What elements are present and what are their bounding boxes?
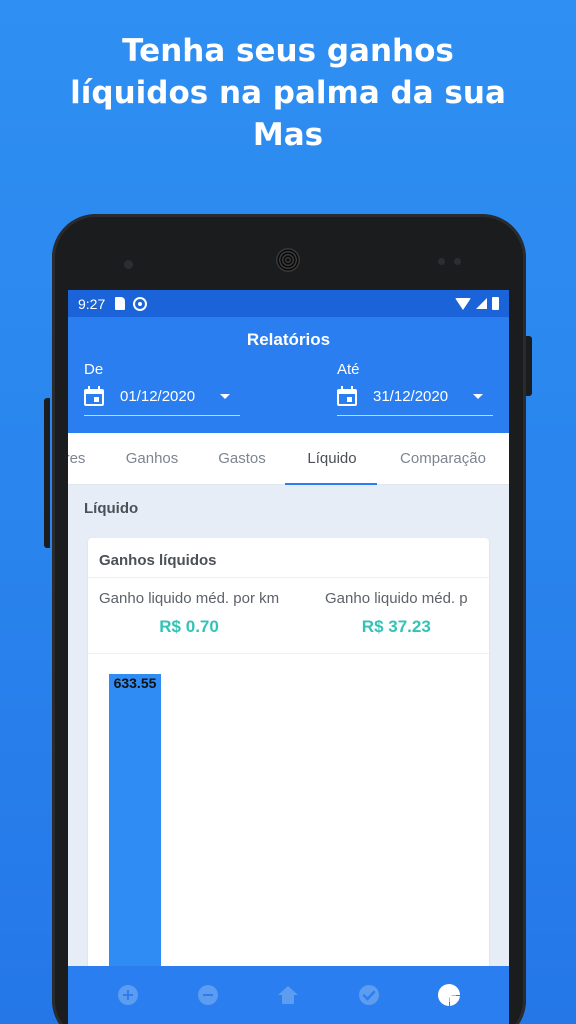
earpiece-speaker xyxy=(276,248,300,272)
nav-add-expense[interactable] xyxy=(196,983,220,1007)
proximity-sensor xyxy=(438,258,445,265)
signal-icon xyxy=(476,298,487,309)
home-icon xyxy=(278,986,299,1004)
date-from-picker[interactable]: 01/12/2020 xyxy=(84,386,240,416)
bottom-navigation xyxy=(68,966,509,1024)
metric-per-km-value: R$ 0.70 xyxy=(159,617,219,636)
nav-home[interactable] xyxy=(276,983,300,1007)
wifi-icon xyxy=(455,297,471,310)
page-title: Relatórios xyxy=(246,330,331,349)
date-from-label: De xyxy=(84,361,104,378)
net-earnings-card: Ganhos líquidos Ganho liquido méd. por k… xyxy=(88,538,489,1024)
sync-icon xyxy=(133,296,148,311)
calendar-icon xyxy=(337,386,357,406)
remove-circle-icon xyxy=(198,985,219,1005)
metric-per-day: Ganho liquido méd. p R$ 37.23 xyxy=(325,590,468,637)
section-title: Líquido xyxy=(84,500,139,517)
metric-per-day-value: R$ 37.23 xyxy=(361,617,431,636)
headline-line-3: Mas xyxy=(252,117,324,153)
active-tab-indicator xyxy=(285,483,377,485)
chevron-down-icon xyxy=(220,393,230,399)
date-to-label: Até xyxy=(337,361,360,378)
app-bar: Relatórios De 01/12/2020 Até 31/12/2020 xyxy=(68,317,509,433)
date-to-value: 31/12/2020 xyxy=(373,387,449,405)
nav-reports[interactable] xyxy=(437,983,461,1007)
metric-per-km: Ganho liquido méd. por km R$ 0.70 xyxy=(99,590,279,637)
phone-right-button xyxy=(526,336,532,396)
sd-card-icon xyxy=(115,297,126,310)
app-screen: 9:27 Relatórios De 01/12/2020 Até 31/12/… xyxy=(68,290,509,1024)
tab-liquido[interactable]: Líquido xyxy=(288,433,376,485)
tab-gastos[interactable]: Gastos xyxy=(208,433,276,485)
tab-comparacao[interactable]: Comparação xyxy=(390,433,496,485)
headline: Tenha seus ganhos líquidos na palma da s… xyxy=(0,30,576,156)
date-from-field[interactable]: De 01/12/2020 xyxy=(84,361,240,416)
headline-line-1: Tenha seus ganhos xyxy=(122,33,454,69)
tab-ganhos[interactable]: Ganhos xyxy=(118,433,186,485)
card-title: Ganhos líquidos xyxy=(99,552,217,569)
chart-data-label: 633.55 xyxy=(114,675,157,691)
date-to-field[interactable]: Até 31/12/2020 xyxy=(337,361,493,416)
date-to-picker[interactable]: 31/12/2020 xyxy=(337,386,493,416)
light-sensor xyxy=(454,258,461,265)
metric-per-km-label: Ganho liquido méd. por km xyxy=(99,590,280,607)
chevron-down-icon xyxy=(473,393,483,399)
card-divider xyxy=(88,577,489,578)
report-tabs: res Ganhos Gastos Líquido Comparação xyxy=(68,433,509,485)
status-bar: 9:27 xyxy=(68,290,509,317)
metric-per-day-label: Ganho liquido méd. p xyxy=(325,590,468,607)
nav-add-income[interactable] xyxy=(116,983,140,1007)
card-divider xyxy=(88,653,489,654)
calendar-icon xyxy=(84,386,104,406)
battery-icon xyxy=(492,297,499,310)
tab-resumo[interactable]: res xyxy=(68,433,90,485)
status-time: 9:27 xyxy=(78,295,106,312)
check-circle-icon xyxy=(358,985,379,1005)
pie-chart-icon xyxy=(437,984,460,1006)
front-camera xyxy=(124,260,133,269)
nav-goals[interactable] xyxy=(357,983,381,1007)
headline-line-2: líquidos na palma da sua xyxy=(70,75,506,111)
phone-left-button xyxy=(44,398,50,548)
add-circle-icon xyxy=(118,985,139,1005)
date-from-value: 01/12/2020 xyxy=(120,387,196,405)
